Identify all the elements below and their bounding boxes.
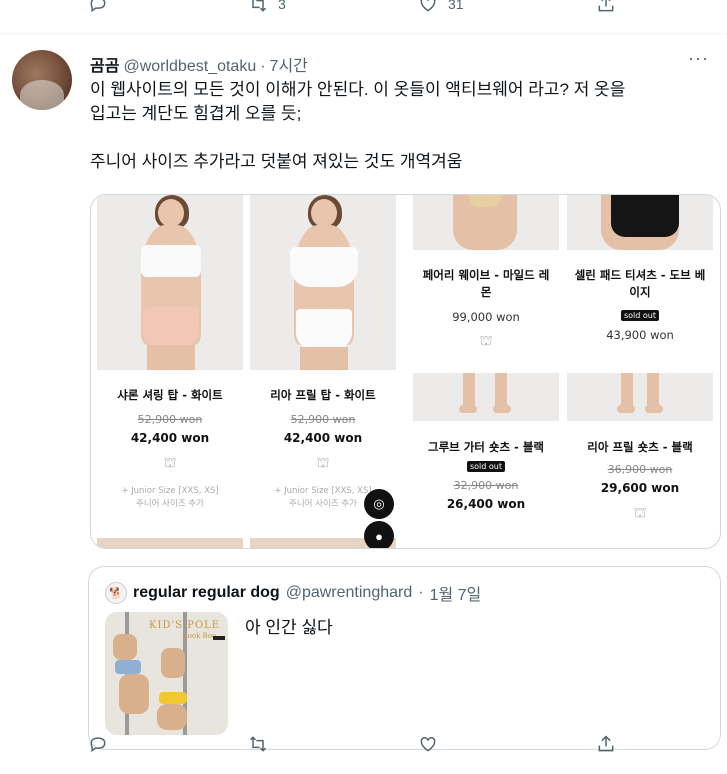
retweet-icon [250,0,267,12]
reply-button[interactable] [88,0,108,14]
dog-avatar-icon[interactable]: 🐕 [105,582,127,604]
separator-dot: · [260,58,266,75]
product-title[interactable]: 몬 [413,284,559,301]
avatar[interactable] [12,50,72,110]
author-handle[interactable]: @worldbest_otaku [123,58,256,76]
cart-icon[interactable]: ⛫ [480,333,493,351]
quoted-tweet-header: 🐕 regular regular dog @pawrentinghard · … [105,581,481,605]
share-icon [598,0,614,12]
product-title[interactable]: 페어리 웨이브 - 마일드 레 [413,267,559,284]
like-button[interactable]: 31 [418,0,464,14]
product-title[interactable]: 샤론 셔링 탑 - 화이트 [97,387,243,404]
product-junior-size: + Junior Size [XXS, XS] [121,486,219,496]
product-image [413,373,559,421]
share-button[interactable] [596,734,616,754]
quoted-author-name[interactable]: regular regular dog [133,584,280,602]
product-card[interactable]: 셀린 패드 티셔츠 - 도브 베 이지 sold out 43,900 won [567,195,713,370]
like-button[interactable] [418,734,438,754]
reply-icon [90,0,106,13]
reply-button[interactable] [88,734,108,754]
product-old-price: 32,900 won [453,479,519,492]
cart-icon[interactable]: ⛫ [164,455,177,473]
product-title[interactable]: 리아 프릴 숏츠 - 블랙 [567,439,713,456]
tweet[interactable]: 곰곰 @worldbest_otaku · 7시간 ··· 이 웹사이트의 모든… [0,34,727,774]
tweet-action-bar [0,730,727,774]
retweet-button[interactable] [248,734,268,754]
product-card[interactable]: 리아 프릴 숏츠 - 블랙 36,900 won 29,600 won ⛫ [567,373,713,545]
cart-icon[interactable]: ⛫ [317,455,330,473]
retweet-count: 3 [278,0,286,12]
tweet-text-line: 이 웹사이트의 모든 것이 이해가 안된다. 이 옷들이 액티브웨어 라고? 저… [90,80,626,99]
product-price: 42,400 won [130,431,210,445]
heart-icon [420,736,436,752]
like-count: 31 [448,0,464,12]
product-image [567,195,713,250]
retweet-icon [249,736,267,752]
product-image [250,195,396,370]
product-card[interactable]: 그루브 가터 숏츠 - 블랙 sold out 32,900 won 26,40… [413,373,559,545]
quoted-tweet-text: 아 인간 싫다 [245,618,333,637]
product-price: 99,000 won [452,310,520,324]
product-image [413,195,559,250]
thumbnail-subtitle: Look Boo [183,632,217,640]
reply-icon [90,737,106,753]
product-card[interactable]: 샤론 셔링 탑 - 화이트 52,900 won 42,400 won ⛫ + … [97,195,243,545]
tweet-media[interactable]: 샤론 셔링 탑 - 화이트 52,900 won 42,400 won ⛫ + … [90,194,721,549]
cart-icon[interactable]: ⛫ [634,505,647,523]
product-image [567,373,713,421]
product-title[interactable]: 셀린 패드 티셔츠 - 도브 베 [567,267,713,284]
product-image [97,195,243,370]
product-junior-note: 주니어 사이즈 추가 [136,499,204,509]
thumbnail-title: KID'S POLE [149,620,221,631]
separator-dot: · [418,584,424,601]
author-name[interactable]: 곰곰 [90,52,119,76]
share-icon [598,735,614,752]
tweet-timestamp[interactable]: 7시간 [270,52,308,76]
product-price: 43,900 won [606,328,674,342]
heart-icon [420,0,436,12]
sold-out-badge: sold out [466,461,506,472]
quoted-tweet-thumbnail[interactable]: KID'S POLE Look Boo [105,612,228,735]
product-price: 42,400 won [283,431,363,445]
tweet-text: 이 웹사이트의 모든 것이 이해가 안된다. 이 옷들이 액티브웨어 라고? 저… [90,78,722,174]
instagram-icon[interactable]: ◎ [364,489,394,519]
quoted-tweet[interactable]: 🐕 regular regular dog @pawrentinghard · … [88,566,721,750]
more-options-icon[interactable]: ··· [688,48,709,69]
product-old-price: 52,900 won [290,413,356,426]
previous-tweet-action-bar: 3 31 [0,0,727,34]
tweet-header: 곰곰 @worldbest_otaku · 7시간 [90,52,308,76]
retweet-button[interactable]: 3 [248,0,286,14]
product-price: 29,600 won [600,481,680,495]
product-title[interactable]: 리아 프릴 탑 - 화이트 [250,387,396,404]
product-title[interactable]: 이지 [567,284,713,301]
sold-out-badge: sold out [620,310,660,321]
share-button[interactable] [596,0,616,14]
quoted-tweet-timestamp[interactable]: 1월 7일 [430,581,482,605]
product-price: 26,400 won [446,497,526,511]
chat-icon[interactable]: ● [364,521,394,548]
quoted-author-handle[interactable]: @pawrentinghard [286,584,413,602]
product-title[interactable]: 그루브 가터 숏츠 - 블랙 [413,439,559,456]
product-old-price: 36,900 won [607,463,673,476]
tweet-text-line: 주니어 사이즈 추가라고 덧붙여 져있는 것도 개역겨움 [90,152,463,171]
tweet-text-line: 입고는 계단도 힘겹게 오를 듯; [90,104,302,123]
product-old-price: 52,900 won [137,413,203,426]
product-card[interactable]: 페어리 웨이브 - 마일드 레 몬 99,000 won ⛫ [413,195,559,370]
